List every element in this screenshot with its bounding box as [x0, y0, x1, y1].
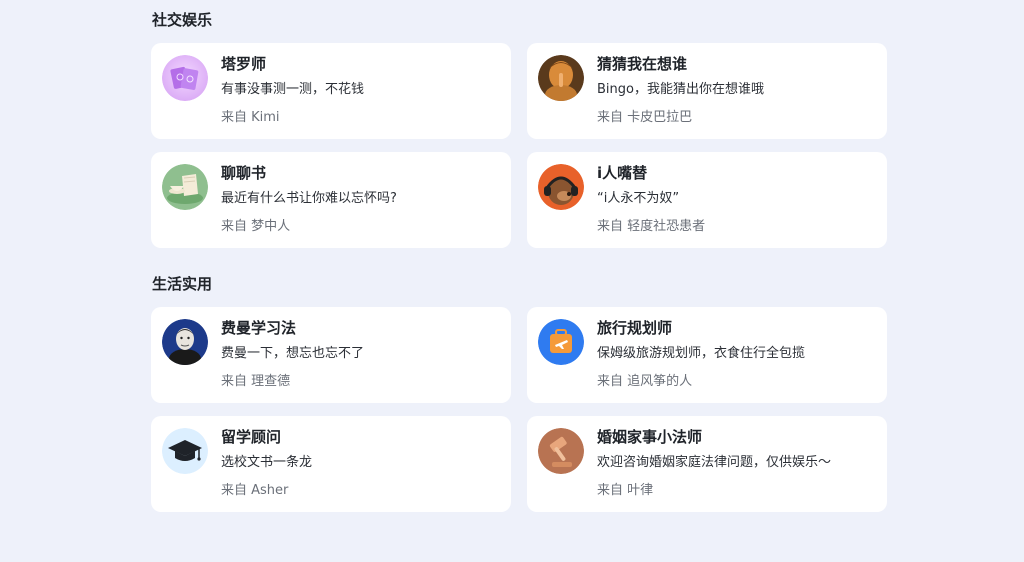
section-title-life: 生活实用 [152, 275, 213, 293]
agent-description: 有事没事测一测，不花钱 [221, 82, 365, 97]
agent-card-study-abroad[interactable]: 留学顾问 选校文书一条龙 来自 Asher [151, 416, 511, 512]
agent-name: 婚姻家事小法师 [597, 428, 703, 446]
agent-name: 费曼学习法 [221, 319, 297, 337]
agent-card-feynman[interactable]: 费曼学习法 费曼一下，想忘也忘不了 来自 理查德 [151, 307, 511, 403]
agent-author: 来自 理查德 [221, 374, 291, 389]
agent-author: 来自 Kimi [221, 110, 280, 125]
agent-card-tarot[interactable]: 塔罗师 有事没事测一测，不花钱 来自 Kimi [151, 43, 511, 139]
agent-description: Bingo，我能猜出你在想谁哦 [597, 82, 764, 97]
agent-name: 聊聊书 [221, 164, 267, 182]
agent-author: 来自 卡皮巴拉巴 [597, 110, 693, 125]
agent-name: i人嘴替 [597, 164, 648, 182]
agent-description: “i人永不为奴” [597, 191, 680, 206]
agent-name: 旅行规划师 [597, 319, 673, 337]
agent-description: 最近有什么书让你难以忘怀吗? [221, 191, 397, 206]
suitcase-airplane-icon [538, 319, 584, 365]
gavel-icon [538, 428, 584, 474]
agent-author: 来自 追风筝的人 [597, 374, 693, 389]
agent-name: 塔罗师 [221, 55, 267, 73]
agent-description: 欢迎咨询婚姻家庭法律问题，仅供娱乐～ [597, 455, 832, 470]
book-teacup-icon [162, 164, 208, 210]
agent-card-guess[interactable]: 猜猜我在想谁 Bingo，我能猜出你在想谁哦 来自 卡皮巴拉巴 [527, 43, 887, 139]
agent-card-travel[interactable]: 旅行规划师 保姆级旅游规划师，衣食住行全包揽 来自 追风筝的人 [527, 307, 887, 403]
tarot-cards-icon [162, 55, 208, 101]
graduation-cap-icon [162, 428, 208, 474]
agent-description: 保姆级旅游规划师，衣食住行全包揽 [597, 346, 806, 361]
headphone-dog-icon [538, 164, 584, 210]
agent-card-family-law[interactable]: 婚姻家事小法师 欢迎咨询婚姻家庭法律问题，仅供娱乐～ 来自 叶律 [527, 416, 887, 512]
agent-name: 留学顾问 [221, 428, 282, 446]
thinking-person-icon [538, 55, 584, 101]
section-title-social: 社交娱乐 [152, 11, 213, 29]
agent-card-books[interactable]: 聊聊书 最近有什么书让你难以忘怀吗? 来自 梦中人 [151, 152, 511, 248]
agent-author: 来自 轻度社恐患者 [597, 219, 706, 234]
agent-author: 来自 叶律 [597, 483, 654, 498]
agent-description: 费曼一下，想忘也忘不了 [221, 346, 365, 361]
agent-author: 来自 梦中人 [221, 219, 291, 234]
feynman-portrait-icon [162, 319, 208, 365]
agent-name: 猜猜我在想谁 [597, 55, 688, 73]
agent-description: 选校文书一条龙 [221, 455, 313, 470]
agent-gallery: 社交娱乐 塔罗师 有事没事测一测，不花钱 来自 Kimi 猜猜我在想谁 Bing… [0, 0, 1024, 562]
agent-author: 来自 Asher [221, 483, 289, 498]
agent-card-introvert[interactable]: i人嘴替 “i人永不为奴” 来自 轻度社恐患者 [527, 152, 887, 248]
